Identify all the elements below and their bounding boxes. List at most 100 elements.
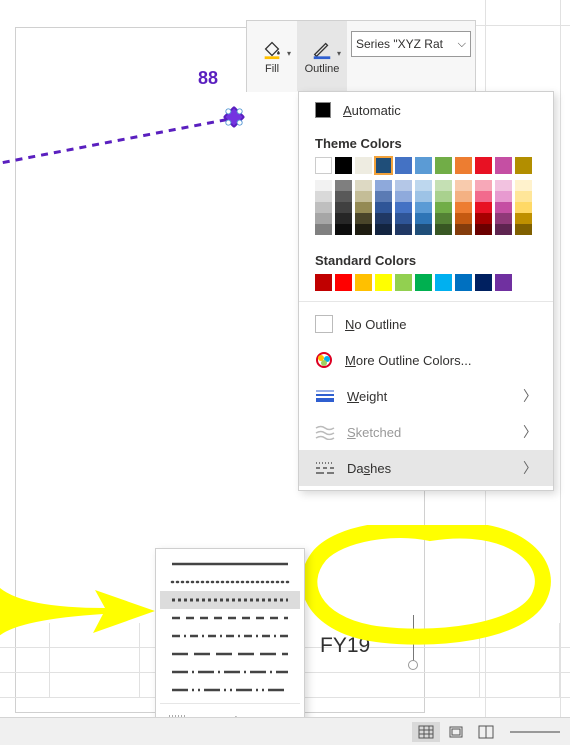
- color-swatch[interactable]: [455, 191, 472, 202]
- color-swatch[interactable]: [435, 180, 452, 191]
- color-swatch[interactable]: [355, 180, 372, 191]
- color-swatch[interactable]: [455, 274, 472, 291]
- color-swatch[interactable]: [475, 191, 492, 202]
- view-page-layout-button[interactable]: [442, 722, 470, 742]
- color-swatch[interactable]: [515, 213, 532, 224]
- dash-option-long-dash-dot[interactable]: [160, 663, 300, 681]
- color-swatch[interactable]: [475, 213, 492, 224]
- color-swatch[interactable]: [375, 224, 392, 235]
- color-swatch[interactable]: [515, 157, 532, 174]
- zoom-slider[interactable]: [510, 731, 560, 733]
- no-outline-item[interactable]: No Outline: [299, 306, 553, 342]
- fill-button[interactable]: ▾ Fill: [247, 21, 297, 91]
- color-swatch[interactable]: [375, 180, 392, 191]
- color-swatch[interactable]: [415, 180, 432, 191]
- color-swatch[interactable]: [515, 191, 532, 202]
- color-swatch[interactable]: [335, 180, 352, 191]
- color-swatch[interactable]: [495, 191, 512, 202]
- chart-element-selector[interactable]: Series "XYZ Rat ⌵: [351, 31, 471, 57]
- color-swatch[interactable]: [355, 224, 372, 235]
- color-swatch[interactable]: [515, 180, 532, 191]
- color-swatch[interactable]: [375, 191, 392, 202]
- color-swatch[interactable]: [475, 202, 492, 213]
- color-swatch[interactable]: [395, 202, 412, 213]
- dash-option-square-dot[interactable]: [160, 591, 300, 609]
- view-normal-button[interactable]: [412, 722, 440, 742]
- dashes-item[interactable]: Dashes 〉: [299, 450, 553, 486]
- color-swatch[interactable]: [455, 180, 472, 191]
- color-swatch[interactable]: [355, 202, 372, 213]
- color-swatch[interactable]: [335, 191, 352, 202]
- color-swatch[interactable]: [435, 213, 452, 224]
- weight-item[interactable]: Weight 〉: [299, 378, 553, 414]
- color-swatch[interactable]: [435, 191, 452, 202]
- color-swatch[interactable]: [415, 224, 432, 235]
- chevron-down-icon: ▾: [287, 49, 291, 58]
- color-swatch[interactable]: [435, 224, 452, 235]
- dash-option-dash[interactable]: [160, 609, 300, 627]
- color-swatch[interactable]: [455, 202, 472, 213]
- color-swatch[interactable]: [335, 274, 352, 291]
- dashes-label: Dashes: [347, 461, 391, 476]
- color-swatch[interactable]: [515, 224, 532, 235]
- color-swatch[interactable]: [355, 157, 372, 174]
- color-swatch[interactable]: [375, 213, 392, 224]
- color-swatch[interactable]: [395, 224, 412, 235]
- color-swatch[interactable]: [315, 224, 332, 235]
- color-swatch[interactable]: [375, 274, 392, 291]
- color-swatch[interactable]: [455, 157, 472, 174]
- color-swatch[interactable]: [415, 213, 432, 224]
- color-swatch[interactable]: [395, 157, 412, 174]
- color-swatch[interactable]: [335, 213, 352, 224]
- color-swatch[interactable]: [415, 274, 432, 291]
- color-swatch[interactable]: [375, 157, 392, 174]
- dash-option-round-dot[interactable]: [160, 573, 300, 591]
- chart-data-label[interactable]: 88: [198, 68, 218, 89]
- color-swatch[interactable]: [415, 191, 432, 202]
- color-swatch[interactable]: [395, 274, 412, 291]
- color-swatch[interactable]: [395, 213, 412, 224]
- color-swatch[interactable]: [335, 224, 352, 235]
- color-swatch[interactable]: [395, 191, 412, 202]
- color-swatch[interactable]: [335, 202, 352, 213]
- dash-option-long-dash[interactable]: [160, 645, 300, 663]
- color-swatch[interactable]: [475, 157, 492, 174]
- dash-option-solid[interactable]: [160, 555, 300, 573]
- color-swatch[interactable]: [495, 157, 512, 174]
- color-swatch[interactable]: [515, 202, 532, 213]
- color-swatch[interactable]: [315, 180, 332, 191]
- view-page-break-button[interactable]: [472, 722, 500, 742]
- dash-option-long-dash-dot-dot[interactable]: [160, 681, 300, 699]
- color-swatch[interactable]: [435, 157, 452, 174]
- color-swatch[interactable]: [395, 180, 412, 191]
- color-swatch[interactable]: [495, 274, 512, 291]
- color-swatch[interactable]: [315, 274, 332, 291]
- color-swatch[interactable]: [475, 224, 492, 235]
- color-swatch[interactable]: [495, 202, 512, 213]
- color-swatch[interactable]: [455, 224, 472, 235]
- color-swatch[interactable]: [315, 213, 332, 224]
- axis-category-label[interactable]: FY19: [320, 634, 370, 658]
- color-swatch[interactable]: [435, 274, 452, 291]
- color-swatch[interactable]: [415, 157, 432, 174]
- color-swatch[interactable]: [315, 157, 332, 174]
- color-swatch[interactable]: [315, 202, 332, 213]
- color-swatch[interactable]: [315, 191, 332, 202]
- more-outline-colors-item[interactable]: More Outline Colors...: [299, 342, 553, 378]
- color-swatch[interactable]: [495, 224, 512, 235]
- outline-button[interactable]: ▾ Outline: [297, 21, 347, 91]
- color-swatch[interactable]: [455, 213, 472, 224]
- dash-option-dash-dot[interactable]: [160, 627, 300, 645]
- color-swatch[interactable]: [335, 157, 352, 174]
- automatic-color-item[interactable]: Automatic: [299, 92, 553, 128]
- color-swatch[interactable]: [355, 213, 372, 224]
- color-swatch[interactable]: [475, 274, 492, 291]
- color-swatch[interactable]: [495, 180, 512, 191]
- color-swatch[interactable]: [375, 202, 392, 213]
- color-swatch[interactable]: [355, 274, 372, 291]
- color-swatch[interactable]: [475, 180, 492, 191]
- color-swatch[interactable]: [495, 213, 512, 224]
- color-swatch[interactable]: [435, 202, 452, 213]
- color-swatch[interactable]: [415, 202, 432, 213]
- color-swatch[interactable]: [355, 191, 372, 202]
